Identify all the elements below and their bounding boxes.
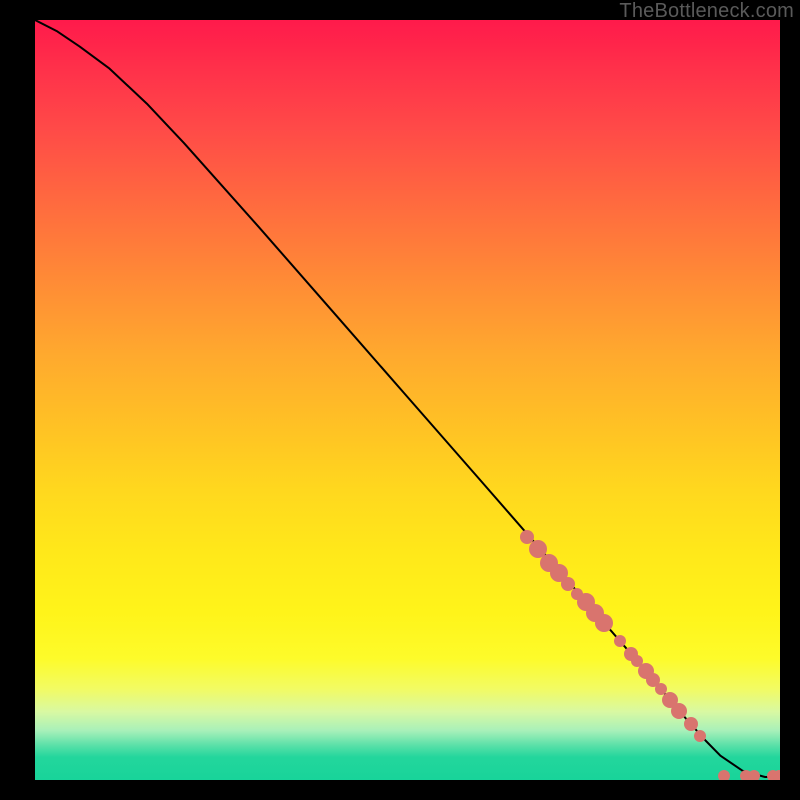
gpu-marker xyxy=(671,703,687,719)
gpu-marker xyxy=(748,770,760,780)
gpu-marker xyxy=(718,770,730,780)
marker-layer xyxy=(35,20,780,780)
plot-area xyxy=(35,20,780,780)
gpu-marker xyxy=(773,770,781,780)
chart-stage: TheBottleneck.com xyxy=(0,0,800,800)
gpu-marker xyxy=(595,614,613,632)
gpu-marker xyxy=(694,730,706,742)
gpu-marker xyxy=(684,717,698,731)
gpu-marker xyxy=(614,635,626,647)
